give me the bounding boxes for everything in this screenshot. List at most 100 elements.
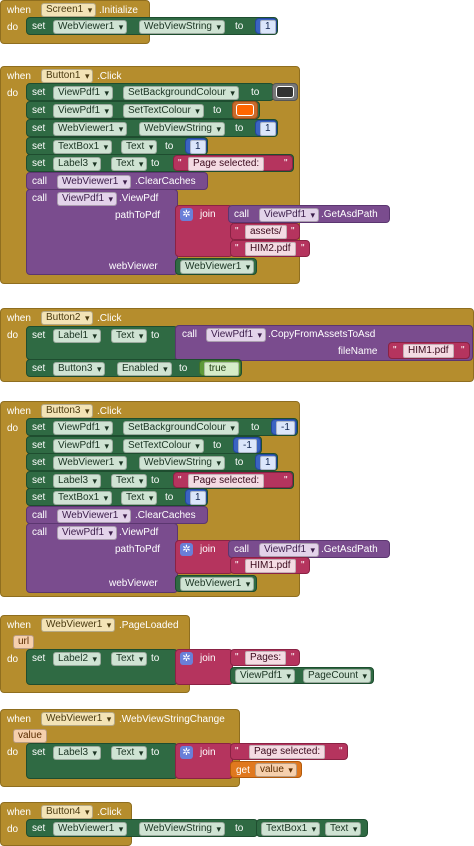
property-dropdown[interactable]: Text bbox=[121, 140, 158, 154]
component-dropdown[interactable]: WebViewer1 bbox=[53, 822, 128, 836]
join-block[interactable]: ✲ join bbox=[175, 205, 233, 257]
boolean-dropdown[interactable]: true bbox=[204, 362, 240, 376]
number-block[interactable]: 1 bbox=[185, 489, 207, 505]
call-block-viewpdf1-viewpdf[interactable]: call ViewPdf1 .ViewPdf pathToPdf webView… bbox=[26, 523, 178, 593]
set-block-viewpdf1-setbackgroundcolour[interactable]: set ViewPdf1 SetBackgroundColour to -1 bbox=[26, 418, 298, 436]
getter-block-webviewer1[interactable]: WebViewer1 bbox=[175, 575, 257, 592]
component-dropdown[interactable]: ViewPdf1 bbox=[53, 86, 114, 100]
component-dropdown[interactable]: ViewPdf1 bbox=[259, 208, 320, 222]
join-block[interactable]: ✲ join bbox=[175, 649, 233, 685]
component-dropdown[interactable]: ViewPdf1 bbox=[53, 104, 114, 118]
set-block-label2-text[interactable]: set Label2 Text to bbox=[26, 649, 178, 685]
property-dropdown[interactable]: Text bbox=[111, 157, 148, 171]
event-parameter-value[interactable]: value bbox=[13, 729, 47, 743]
number-block[interactable]: 1 bbox=[185, 138, 207, 154]
component-dropdown[interactable]: WebViewer1 bbox=[41, 618, 116, 632]
property-dropdown[interactable]: SetBackgroundColour bbox=[123, 421, 239, 435]
component-dropdown[interactable]: ViewPdf1 bbox=[235, 669, 296, 683]
property-dropdown[interactable]: Enabled bbox=[117, 362, 172, 376]
set-block-textbox1-text[interactable]: set TextBox1 Text to 1 bbox=[26, 488, 208, 506]
component-dropdown[interactable]: Screen1 bbox=[41, 3, 97, 17]
set-block-button3-enabled[interactable]: set Button3 Enabled to true bbox=[26, 359, 242, 377]
text-string-block[interactable]: " Page selected: " bbox=[230, 743, 348, 760]
component-dropdown[interactable]: WebViewer1 bbox=[53, 20, 128, 34]
event-parameter-url[interactable]: url bbox=[13, 635, 35, 649]
property-dropdown[interactable]: SetBackgroundColour bbox=[123, 86, 239, 100]
call-block-viewpdf1-getasdpath[interactable]: call ViewPdf1 .GetAsdPath bbox=[228, 540, 390, 558]
component-dropdown[interactable]: ViewPdf1 bbox=[53, 421, 114, 435]
text-field[interactable]: HIM1.pdf bbox=[403, 344, 454, 358]
gear-icon[interactable]: ✲ bbox=[180, 208, 193, 221]
property-dropdown[interactable]: Text bbox=[111, 329, 148, 343]
component-dropdown[interactable]: Label1 bbox=[53, 329, 102, 343]
property-dropdown[interactable]: WebViewString bbox=[139, 20, 225, 34]
set-block-label1-text[interactable]: set Label1 Text to bbox=[26, 326, 178, 360]
text-field[interactable]: Page selected: bbox=[188, 157, 265, 171]
set-block-viewpdf1-settextcolour[interactable]: set ViewPdf1 SetTextColour to bbox=[26, 101, 260, 119]
text-string-block[interactable]: " HIM1.pdf " bbox=[388, 342, 470, 359]
property-dropdown[interactable]: WebViewString bbox=[139, 122, 225, 136]
text-string-block[interactable]: " HIM2.pdf " bbox=[230, 240, 310, 257]
set-block-viewpdf1-settextcolour[interactable]: set ViewPdf1 SetTextColour to -1 bbox=[26, 436, 262, 454]
call-block-webviewer1-clearcaches[interactable]: call WebViewer1 .ClearCaches bbox=[26, 172, 208, 190]
property-dropdown[interactable]: WebViewString bbox=[139, 822, 225, 836]
variable-dropdown[interactable]: value bbox=[255, 763, 297, 777]
text-field[interactable]: assets/ bbox=[245, 225, 287, 239]
text-field[interactable]: Pages: bbox=[245, 651, 287, 665]
text-field[interactable]: Page selected: bbox=[249, 745, 326, 759]
gear-icon[interactable]: ✲ bbox=[180, 543, 193, 556]
set-block-label3-text[interactable]: set Label3 Text to " Page selected: " bbox=[26, 154, 294, 172]
property-dropdown[interactable]: Text bbox=[325, 822, 362, 836]
component-dropdown[interactable]: TextBox1 bbox=[261, 822, 321, 836]
color-swatch-orange[interactable] bbox=[236, 104, 254, 116]
set-block-webviewer1-webviewstring[interactable]: set WebViewer1 WebViewString to 1 bbox=[26, 17, 278, 35]
set-block-textbox1-text[interactable]: set TextBox1 Text to 1 bbox=[26, 137, 208, 155]
component-dropdown[interactable]: TextBox1 bbox=[53, 140, 113, 154]
number-block[interactable]: 1 bbox=[255, 454, 277, 470]
text-string-block[interactable]: " Pages: " bbox=[230, 649, 300, 666]
component-dropdown[interactable]: Label3 bbox=[53, 746, 102, 760]
component-dropdown[interactable]: Button1 bbox=[41, 69, 94, 83]
set-block-webviewer1-webviewstring[interactable]: set WebViewer1 WebViewString to bbox=[26, 819, 258, 837]
getter-block-textbox1-text[interactable]: TextBox1 Text bbox=[256, 819, 368, 837]
join-block[interactable]: ✲ join bbox=[175, 540, 233, 574]
component-dropdown[interactable]: ViewPdf1 bbox=[206, 328, 267, 342]
call-block-viewpdf1-viewpdf[interactable]: call ViewPdf1 .ViewPdf pathToPdf webView… bbox=[26, 189, 178, 275]
set-block-viewpdf1-setbackgroundcolour[interactable]: set ViewPdf1 SetBackgroundColour to bbox=[26, 83, 274, 101]
number-field[interactable]: -1 bbox=[276, 421, 295, 435]
component-dropdown[interactable]: WebViewer1 bbox=[180, 577, 255, 591]
gear-icon[interactable]: ✲ bbox=[180, 746, 193, 759]
text-field[interactable]: Page selected: bbox=[188, 474, 265, 488]
color-block-orange[interactable] bbox=[232, 101, 258, 119]
component-dropdown[interactable]: Label3 bbox=[53, 474, 102, 488]
text-string-block[interactable]: " Page selected: " bbox=[173, 155, 293, 171]
color-swatch-dark[interactable] bbox=[276, 86, 294, 98]
property-dropdown[interactable]: SetTextColour bbox=[123, 104, 204, 118]
text-string-block[interactable]: " Page selected: " bbox=[173, 472, 293, 488]
getter-block-webviewer1[interactable]: WebViewer1 bbox=[175, 258, 257, 275]
component-dropdown[interactable]: WebViewer1 bbox=[57, 509, 132, 523]
number-field[interactable]: 1 bbox=[260, 456, 276, 470]
component-dropdown[interactable]: ViewPdf1 bbox=[57, 192, 118, 206]
component-dropdown[interactable]: Button3 bbox=[53, 362, 106, 376]
property-dropdown[interactable]: Text bbox=[111, 652, 148, 666]
property-dropdown[interactable]: WebViewString bbox=[139, 456, 225, 470]
component-dropdown[interactable]: WebViewer1 bbox=[41, 712, 116, 726]
component-dropdown[interactable]: Button3 bbox=[41, 404, 94, 418]
color-block-dark[interactable] bbox=[272, 83, 298, 101]
text-string-block[interactable]: " HIM1.pdf " bbox=[230, 557, 310, 574]
getter-block-viewpdf1-pagecount[interactable]: ViewPdf1 PageCount bbox=[230, 667, 374, 684]
text-field[interactable]: HIM1.pdf bbox=[245, 559, 296, 573]
component-dropdown[interactable]: Label3 bbox=[53, 157, 102, 171]
join-block[interactable]: ✲ join bbox=[175, 743, 233, 779]
number-field[interactable]: 1 bbox=[260, 20, 276, 34]
boolean-block[interactable]: true bbox=[199, 360, 241, 376]
set-block-webviewer1-webviewstring[interactable]: set WebViewer1 WebViewString to 1 bbox=[26, 453, 278, 471]
call-block-viewpdf1-getasdpath[interactable]: call ViewPdf1 .GetAsdPath bbox=[228, 205, 390, 223]
component-dropdown[interactable]: Button4 bbox=[41, 805, 94, 819]
number-block[interactable]: 1 bbox=[255, 120, 277, 136]
text-string-block[interactable]: " assets/ " bbox=[230, 223, 300, 240]
component-dropdown[interactable]: Button2 bbox=[41, 311, 94, 325]
set-block-label3-text[interactable]: set Label3 Text to " Page selected: " bbox=[26, 471, 294, 489]
component-dropdown[interactable]: WebViewer1 bbox=[180, 260, 255, 274]
